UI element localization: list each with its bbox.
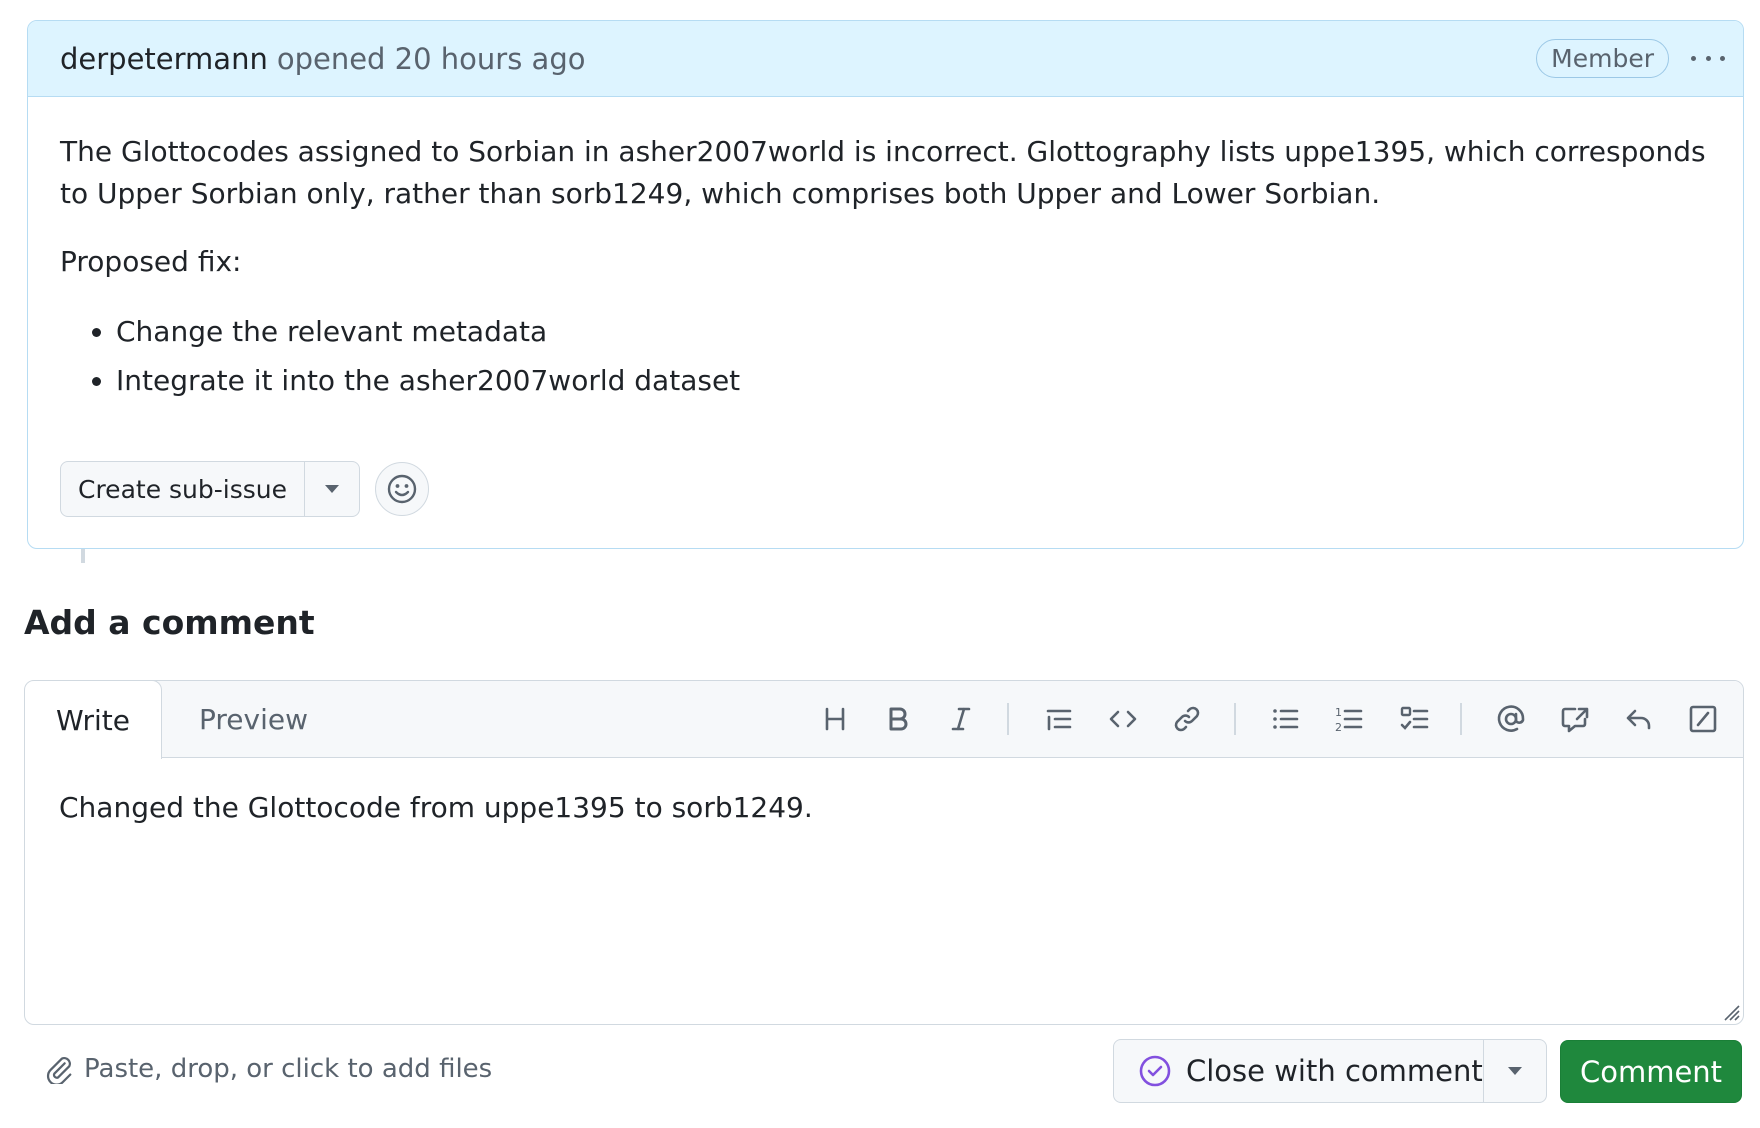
comment-submit-button[interactable]: Comment xyxy=(1560,1040,1742,1103)
link-icon[interactable] xyxy=(1169,701,1205,737)
list-item: Integrate it into the asher2007world dat… xyxy=(116,356,1711,405)
mention-icon[interactable] xyxy=(1493,701,1529,737)
unordered-list-icon[interactable] xyxy=(1267,701,1303,737)
svg-text:1: 1 xyxy=(1335,706,1342,719)
create-sub-issue-button-group: Create sub-issue xyxy=(60,461,360,517)
author-link[interactable]: derpetermann xyxy=(60,42,268,76)
attach-files[interactable]: Paste, drop, or click to add files xyxy=(44,1054,492,1084)
task-list-icon[interactable] xyxy=(1397,701,1433,737)
close-with-comment-button-group: Close with comment xyxy=(1113,1039,1547,1103)
smiley-icon[interactable] xyxy=(375,462,429,516)
quote-icon[interactable] xyxy=(1041,701,1077,737)
issue-actions: Create sub-issue xyxy=(60,461,429,517)
slash-commands-icon[interactable] xyxy=(1685,701,1721,737)
check-circle-icon xyxy=(1139,1055,1171,1087)
list-item: Change the relevant metadata xyxy=(116,307,1711,356)
add-comment-heading: Add a comment xyxy=(24,603,315,642)
issue-header: derpetermann opened 20 hours ago Member xyxy=(28,21,1743,97)
tab-preview[interactable]: Preview xyxy=(199,681,308,758)
editor-toolbar: Write Preview 12 xyxy=(25,681,1743,759)
bold-icon[interactable] xyxy=(880,701,916,737)
heading-icon[interactable] xyxy=(817,701,853,737)
attach-files-label: Paste, drop, or click to add files xyxy=(84,1054,493,1084)
reply-icon[interactable] xyxy=(1621,701,1657,737)
resize-handle-icon[interactable] xyxy=(1719,1000,1741,1022)
svg-text:2: 2 xyxy=(1335,721,1342,734)
close-with-comment-button[interactable]: Close with comment xyxy=(1114,1040,1483,1102)
chevron-down-icon[interactable] xyxy=(304,462,359,516)
create-sub-issue-button[interactable]: Create sub-issue xyxy=(61,462,304,516)
ordered-list-icon[interactable]: 12 xyxy=(1331,701,1367,737)
opened-timestamp[interactable]: opened 20 hours ago xyxy=(277,42,586,76)
issue-body: The Glottocodes assigned to Sorbian in a… xyxy=(28,97,1743,405)
tab-write[interactable]: Write xyxy=(25,681,162,759)
member-badge: Member xyxy=(1536,39,1669,78)
proposed-fix-list: Change the relevant metadata Integrate i… xyxy=(60,307,1711,405)
issue-paragraph: Proposed fix: xyxy=(60,245,242,278)
chevron-down-icon[interactable] xyxy=(1483,1040,1546,1102)
italic-icon[interactable] xyxy=(943,701,979,737)
comment-textarea[interactable]: Changed the Glottocode from uppe1395 to … xyxy=(59,791,813,824)
close-with-comment-label: Close with comment xyxy=(1186,1054,1483,1088)
code-icon[interactable] xyxy=(1105,701,1141,737)
paperclip-icon xyxy=(46,1057,72,1084)
comment-editor: Write Preview 12 Changed the Glottocode … xyxy=(24,680,1744,1025)
timeline-line xyxy=(81,549,85,563)
issue-comment-box: derpetermann opened 20 hours ago Member … xyxy=(27,20,1744,549)
more-options-icon[interactable] xyxy=(1689,49,1727,69)
cross-reference-icon[interactable] xyxy=(1557,701,1593,737)
issue-paragraph: The Glottocodes assigned to Sorbian in a… xyxy=(60,135,1706,210)
